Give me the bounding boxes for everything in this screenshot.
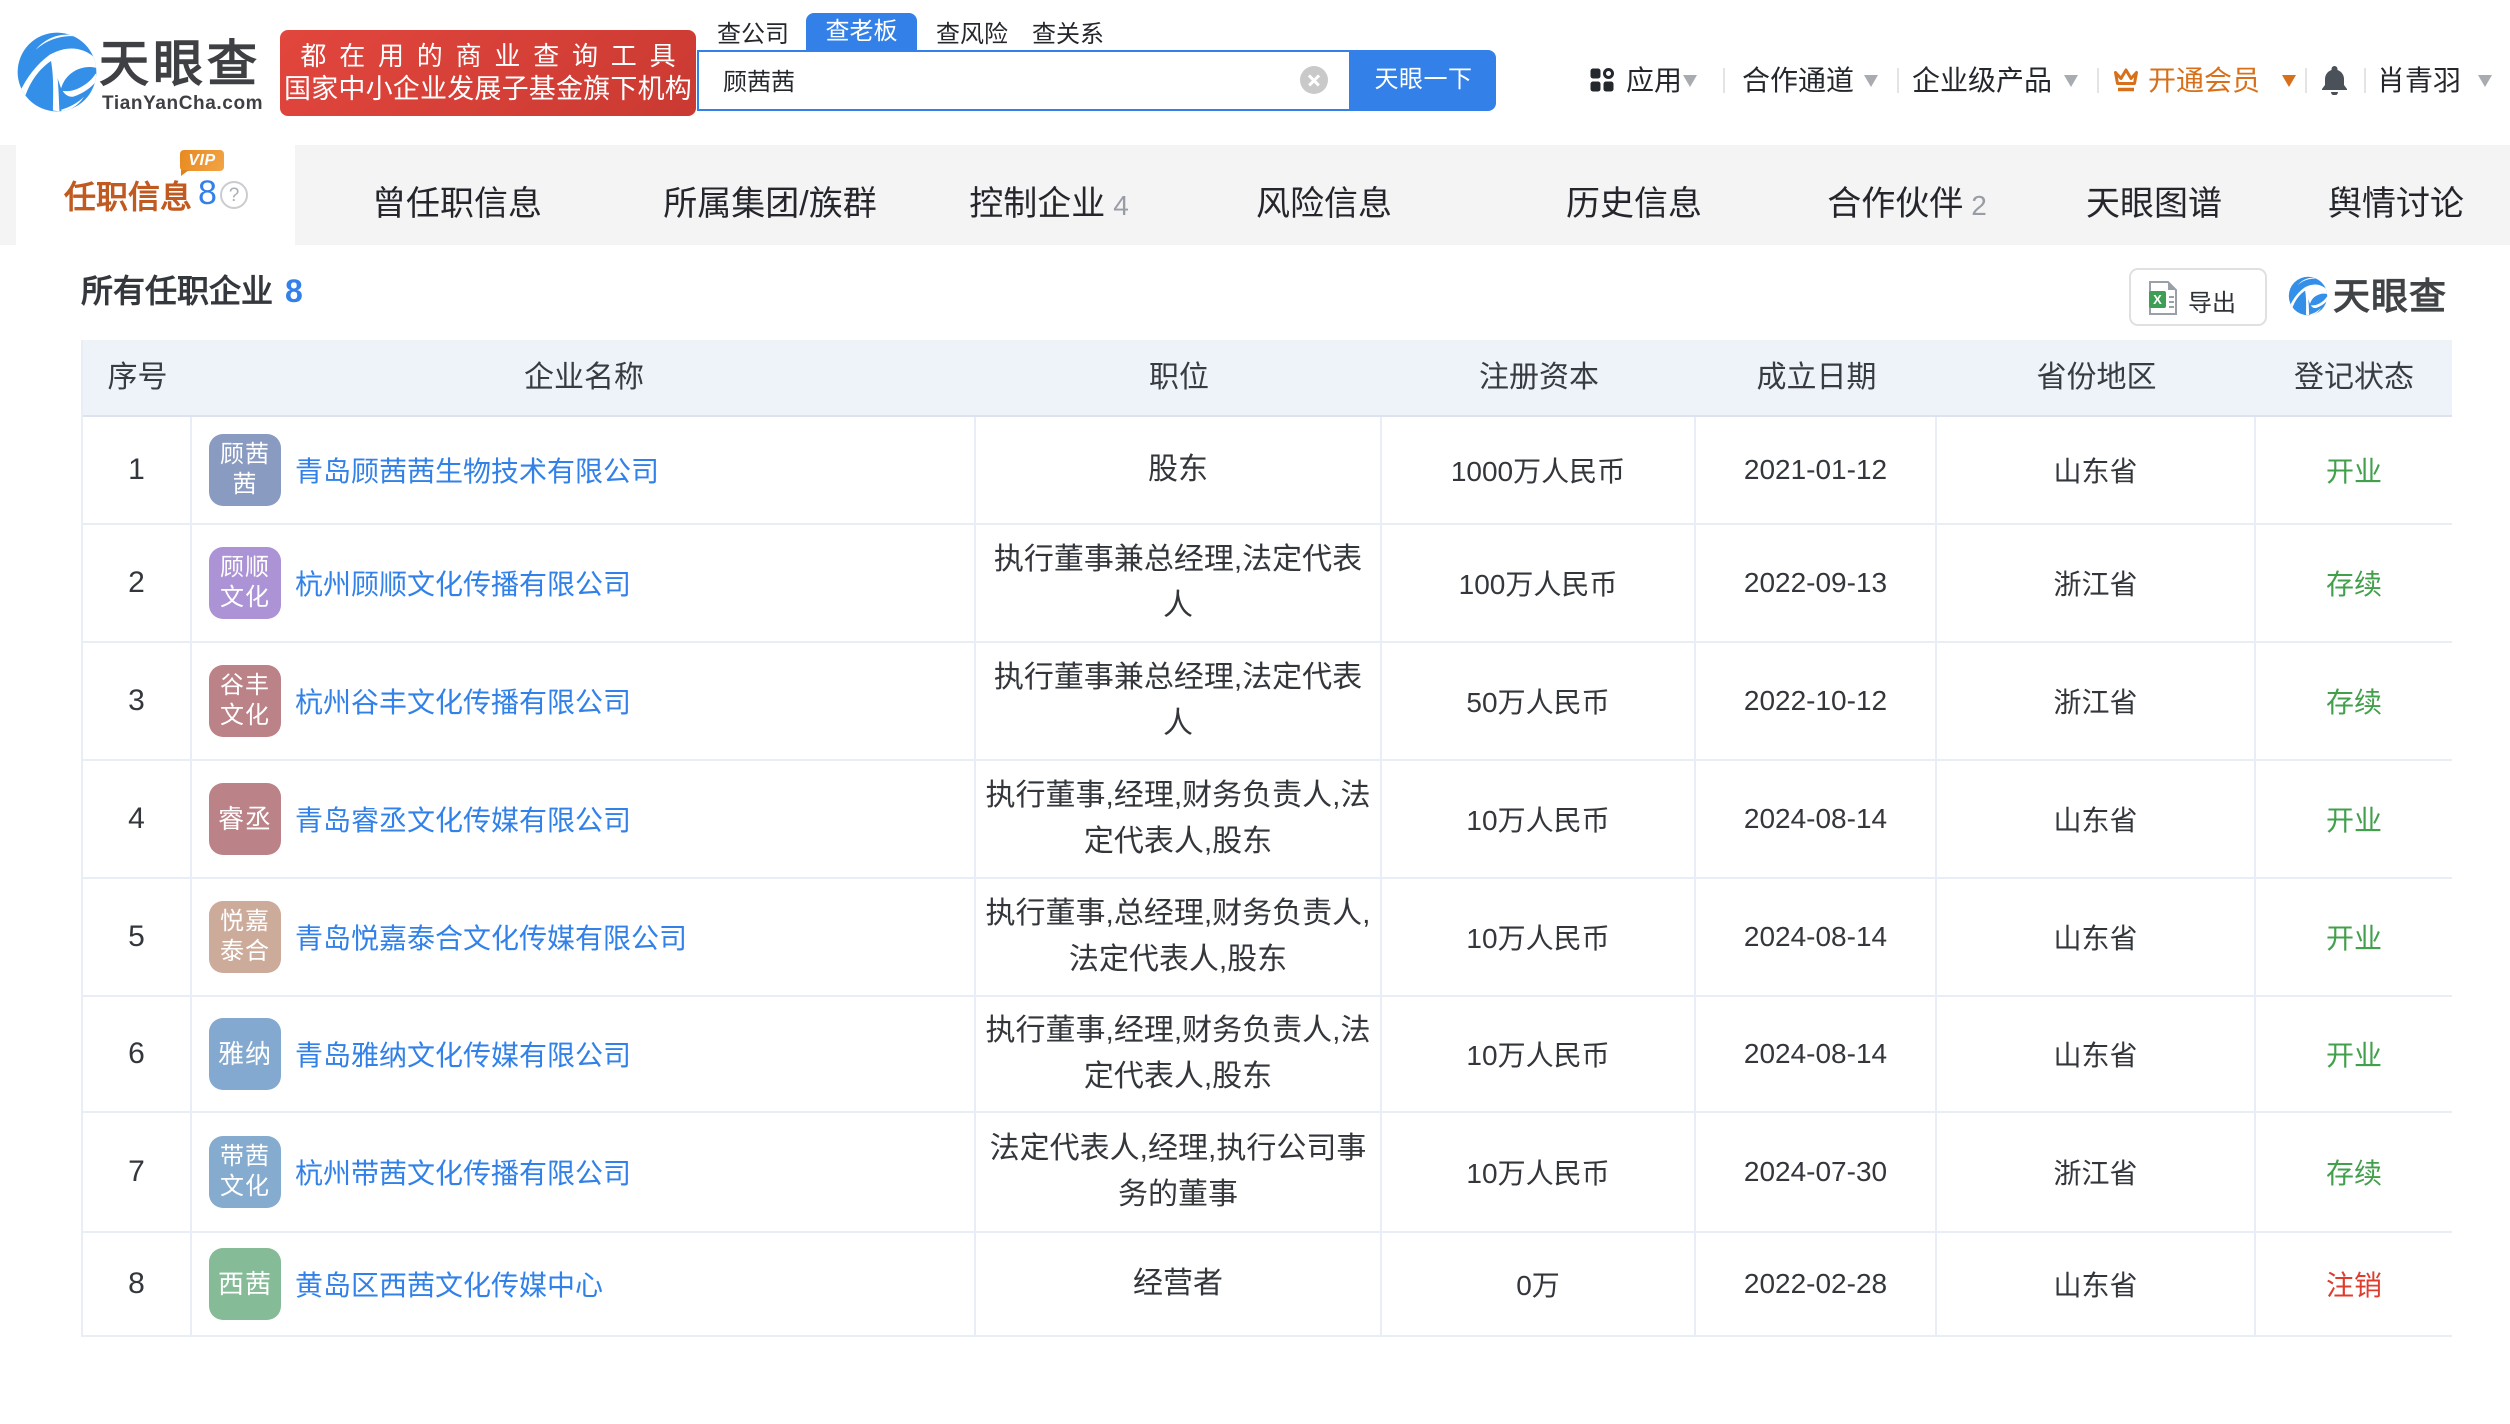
svg-text:X: X [2153, 292, 2162, 307]
